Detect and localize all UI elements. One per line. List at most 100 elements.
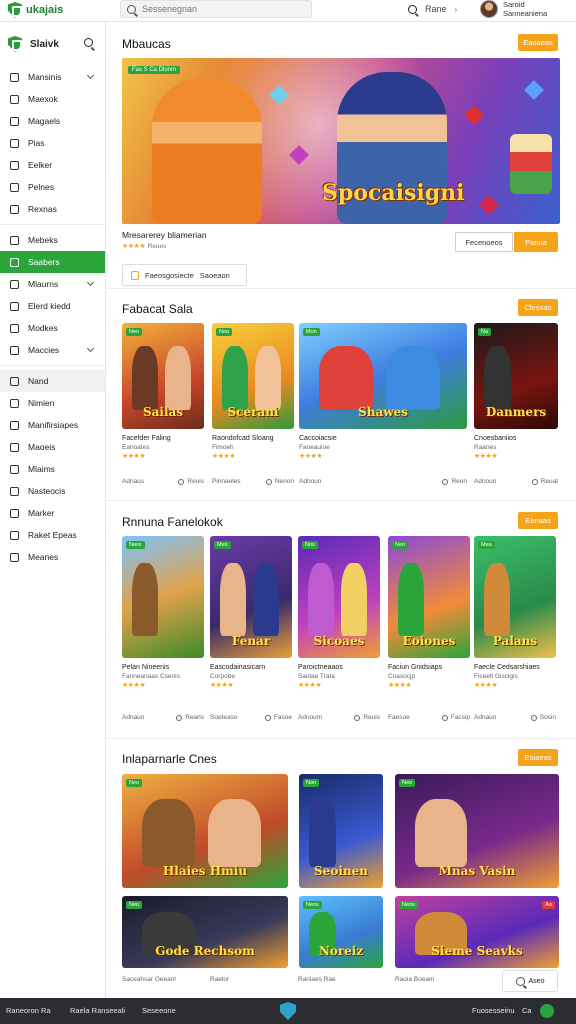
card-footer-action[interactable]: Reuat [531,478,558,485]
shield-logo-icon[interactable] [280,1002,296,1020]
search-icon[interactable] [408,4,417,14]
sidebar-item[interactable]: Rexnas [0,198,105,220]
divider [106,500,576,501]
game-card[interactable]: Neo Hlaies Hmiu [122,774,288,888]
card-info: Raondofcad Sloang Fimoeh ★★★★ [212,434,294,461]
card-title[interactable]: Eascodainasicarn [210,663,292,672]
game-card[interactable]: Nos Sicoaes [298,536,380,658]
section2-button[interactable]: Eanaas [518,512,558,529]
card-tag: Nea [216,328,233,336]
game-card[interactable]: Nea Scerani [212,323,294,429]
card-title[interactable]: Caccoiacsie [299,434,467,443]
search-icon[interactable] [84,38,93,47]
card-footer-action[interactable]: Reuis [178,478,204,485]
floating-search-chip[interactable]: Aseo [502,970,558,992]
search-icon [515,976,525,986]
sidebar-item[interactable]: Nimien [0,392,105,414]
card-character [341,563,367,636]
sidebar-item[interactable]: Mebeks [0,229,105,251]
sidebar-item[interactable]: Marker [0,502,105,524]
top-link[interactable]: Rane [425,4,447,14]
sidebar-item[interactable]: Raket Epeas [0,524,105,546]
card-character [398,563,424,636]
sidebar-item[interactable]: Elerd kiedd [0,295,105,317]
card-title[interactable]: Pelan Nineenis [122,663,204,672]
card-caption: Raelor [210,976,230,983]
footer-link[interactable]: Raela Ranseeali [70,1006,125,1015]
sidebar-item[interactable]: Maoeis [0,436,105,458]
sidebar-item[interactable]: Mlaims [0,458,105,480]
game-card[interactable]: Neo Eoiones [388,536,470,658]
chevron-down-icon[interactable] [86,71,95,80]
sidebar-item[interactable]: Saabers [0,251,105,273]
card-title[interactable]: Cnoesbaniios [474,434,558,443]
menu-item-icon [10,235,19,245]
hero-filter-pill[interactable]: Faeosgosiecte Saoeaon [122,264,247,286]
hero-section-button[interactable]: Eaoaeas [518,34,558,51]
hero-banner[interactable]: Fas S Ca Dlunm Spocaisigni [122,58,560,224]
chevron-down-icon[interactable] [86,278,95,287]
sidebar-item[interactable]: Pelnes [0,176,105,198]
game-card[interactable]: Neos Sieme Seavks Aa [395,896,559,968]
game-card[interactable]: Non Seoinen [299,774,383,888]
game-card[interactable]: Neo Mnas Vasin [395,774,559,888]
game-card[interactable]: Meo Fenar [210,536,292,658]
game-card[interactable]: Na Danmers [474,323,558,429]
game-card[interactable]: Nasx [122,536,204,658]
hero-secondary-button[interactable]: Fecenoeos [455,232,513,252]
chevron-down-icon[interactable] [86,344,95,353]
sidebar-item[interactable]: Mansinis [0,66,105,88]
avatar[interactable] [480,0,498,18]
footer-link[interactable]: Seseeone [142,1006,176,1015]
card-footer-action[interactable]: Fasoe [264,714,292,721]
sidebar-item[interactable]: Meanes [0,546,105,568]
section3-button[interactable]: Eoiaeas [518,749,558,766]
card-footer-action[interactable]: Reuis [354,714,380,721]
card-title[interactable]: Faecle Cedsarshiaes [474,663,556,672]
sidebar-item[interactable]: Pias [0,132,105,154]
section-title-hero: Mbaucas [122,37,171,51]
card-subtitle: Faoeauioe [299,444,330,451]
sidebar-item[interactable]: Magaels [0,110,105,132]
card-art-title: Mnas Vasin [438,864,516,878]
footer-link[interactable]: Fuosesseinu [472,1006,515,1015]
card-footer-action[interactable]: Facsip [441,714,470,721]
card-footer-action[interactable]: Nenon [265,478,294,485]
card-footer-action[interactable]: Reun [442,478,467,485]
sidebar-item[interactable]: Mlaurns [0,273,105,295]
game-card[interactable]: Mon Shawes [299,323,467,429]
chevron-right-icon[interactable]: › [455,5,458,14]
user-name[interactable]: Saroid Sanneaniena [503,0,547,18]
card-character [220,563,246,636]
sidebar-item[interactable]: Maccies [0,339,105,361]
card-title[interactable]: Raondofcad Sloang [212,434,294,443]
app-logo[interactable]: ukajais [8,2,63,18]
sidebar: Slaivk Mansinis Maexok Magaels Pias Eelker Pe… [0,22,106,998]
footer-link[interactable]: Raneoron Ra [6,1006,51,1015]
card-title[interactable]: Faciun Gnidsiaps [388,663,470,672]
card-title[interactable]: Paroictneaaos [298,663,380,672]
sidebar-item[interactable]: Manifirsiapes [0,414,105,436]
sidebar-item[interactable]: Eelker [0,154,105,176]
sidebar-item[interactable]: Nasteocis [0,480,105,502]
sidebar-item-label: Nimien [28,398,55,408]
card-footer-action[interactable]: Rearis [176,714,204,721]
clock-icon [442,478,449,485]
footer-link[interactable]: Ca [522,1006,532,1015]
sidebar-item[interactable]: Maexok [0,88,105,110]
search-input[interactable]: Sessenegnan [120,0,312,18]
card-title[interactable]: Facefder Faling [122,434,204,443]
game-card[interactable]: Neo Sailas [122,323,204,429]
card-footer-action[interactable]: Sosin [530,714,556,721]
game-card[interactable]: Neos Noreiz [299,896,383,968]
menu-item-icon [10,464,19,474]
section1-button[interactable]: Clessan [518,299,558,316]
hero-play-button[interactable]: Panua [514,232,558,252]
sidebar-item-label: Nasteocis [28,486,66,496]
sidebar-item[interactable]: Nand [0,370,105,392]
sidebar-item[interactable]: Modkes [0,317,105,339]
game-card[interactable]: Neo Gode Rechsom [122,896,288,968]
sidebar-item-label: Mansinis [28,72,62,82]
game-card[interactable]: Mea Palans [474,536,556,658]
card-tag: Neo [392,541,409,549]
